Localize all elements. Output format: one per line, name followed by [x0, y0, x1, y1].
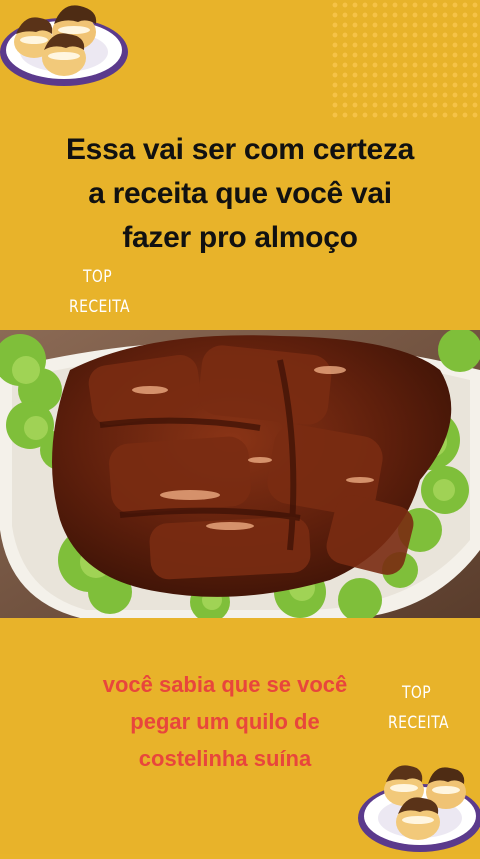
ribs-photo	[0, 330, 480, 618]
brand-line: RECEITA	[388, 713, 449, 733]
cream-puffs-plate-icon	[0, 0, 132, 92]
headline-line: a receita que você vai	[88, 177, 392, 210]
brand-line: TOP	[401, 683, 432, 703]
caption: você sabia que se você pegar um quilo de…	[60, 666, 390, 777]
caption-line: costelinha suína	[138, 746, 312, 771]
caption-line: pegar um quilo de	[130, 709, 320, 734]
headline-line: fazer pro almoço	[122, 221, 358, 254]
cream-puffs-plate-icon	[352, 756, 480, 854]
halftone-pattern	[330, 0, 480, 120]
headline: Essa vai ser com certeza a receita que v…	[20, 128, 460, 260]
brand-line: TOP	[82, 267, 113, 287]
brand-watermark: TOP RECEITA	[69, 262, 130, 322]
headline-line: Essa vai ser com certeza	[65, 133, 415, 166]
brand-line: RECEITA	[69, 297, 130, 317]
brand-watermark: TOP RECEITA	[388, 678, 449, 738]
caption-line: você sabia que se você	[102, 672, 348, 697]
video-frame: Essa vai ser com certeza a receita que v…	[0, 0, 480, 854]
